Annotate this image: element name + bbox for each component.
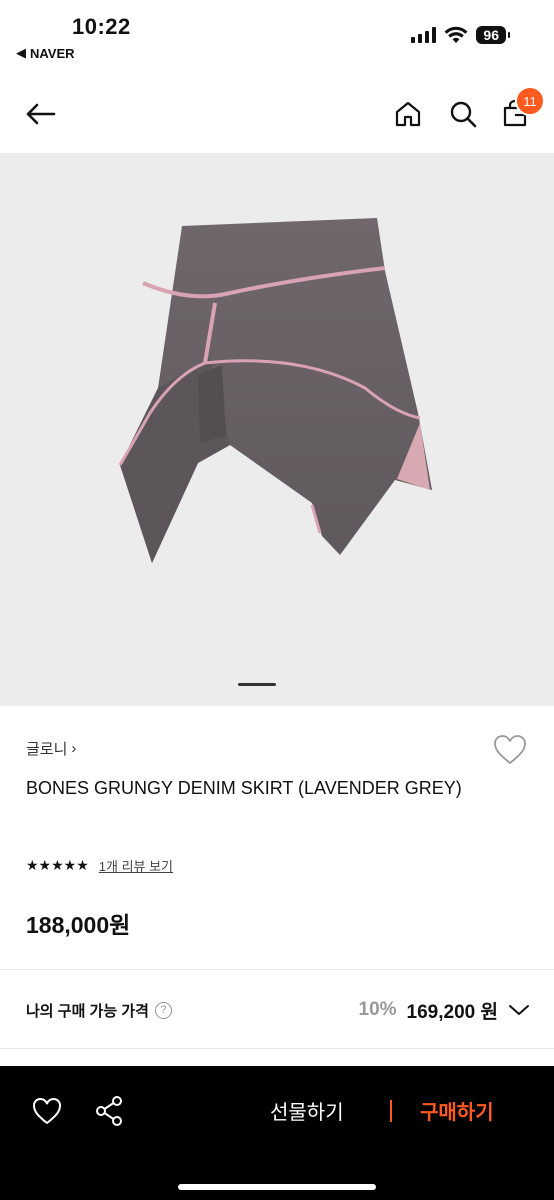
rating-row: ★★★★★ 1개 리뷰 보기: [26, 856, 173, 875]
brand-link[interactable]: 글로니 ›: [26, 738, 76, 759]
back-button[interactable]: [20, 94, 60, 134]
product-price: 188,000원: [26, 912, 131, 938]
home-icon: [395, 101, 421, 127]
back-arrow-icon: [26, 103, 56, 125]
carousel-indicator: [238, 683, 276, 686]
help-icon[interactable]: ?: [154, 1001, 172, 1019]
signal-icon: [411, 27, 437, 43]
back-to-app-link[interactable]: ◀ NAVER: [16, 45, 75, 61]
divider: [0, 969, 554, 970]
status-time: 10:22: [72, 14, 131, 39]
status-indicators: 96: [411, 26, 510, 44]
buy-button[interactable]: 구매하기: [420, 1096, 494, 1125]
star-rating: ★★★★★: [26, 857, 89, 873]
product-image[interactable]: [0, 153, 554, 706]
search-button[interactable]: [443, 94, 483, 134]
cart-count-badge: 11: [515, 86, 545, 116]
battery-icon: 96: [476, 26, 510, 44]
heart-outline-icon: [494, 735, 526, 764]
skirt-image: [118, 218, 432, 563]
like-button[interactable]: [30, 1094, 64, 1128]
back-triangle-icon: ◀: [16, 45, 26, 60]
product-title: BONES GRUNGY DENIM SKIRT (LAVENDER GREY): [26, 778, 462, 798]
my-price-label: 나의 구매 가능 가격 ?: [26, 1000, 172, 1021]
share-button[interactable]: [92, 1094, 126, 1128]
status-bar: 10:22 ◀ NAVER 96: [0, 0, 554, 70]
home-button[interactable]: [388, 94, 428, 134]
button-separator: [390, 1100, 392, 1122]
my-price-label-text: 나의 구매 가능 가격: [26, 1002, 149, 1020]
back-app-label: NAVER: [30, 45, 75, 61]
wishlist-button[interactable]: [492, 732, 528, 768]
heart-icon: [33, 1098, 61, 1124]
discount-rate: 10%: [358, 999, 397, 1020]
wifi-icon: [444, 26, 468, 43]
my-price-values: 10% 169,200 원: [359, 997, 530, 1024]
home-indicator: [178, 1184, 376, 1190]
sale-price: 169,200 원: [406, 1001, 498, 1023]
gift-button[interactable]: 선물하기: [270, 1096, 344, 1125]
cart-button[interactable]: 11: [495, 86, 545, 134]
bottom-action-bar: 선물하기 구매하기: [0, 1066, 554, 1200]
chevron-down-icon[interactable]: [508, 1003, 530, 1017]
share-icon: [96, 1096, 122, 1126]
brand-name: 글로니: [26, 741, 68, 758]
my-price-row[interactable]: 나의 구매 가능 가격 ? 10% 169,200 원: [26, 988, 530, 1032]
chevron-right-icon: ›: [71, 740, 77, 757]
search-icon: [450, 101, 477, 128]
top-nav: 11: [0, 78, 554, 150]
divider: [0, 1048, 554, 1049]
review-link[interactable]: 1개 리뷰 보기: [99, 856, 173, 875]
